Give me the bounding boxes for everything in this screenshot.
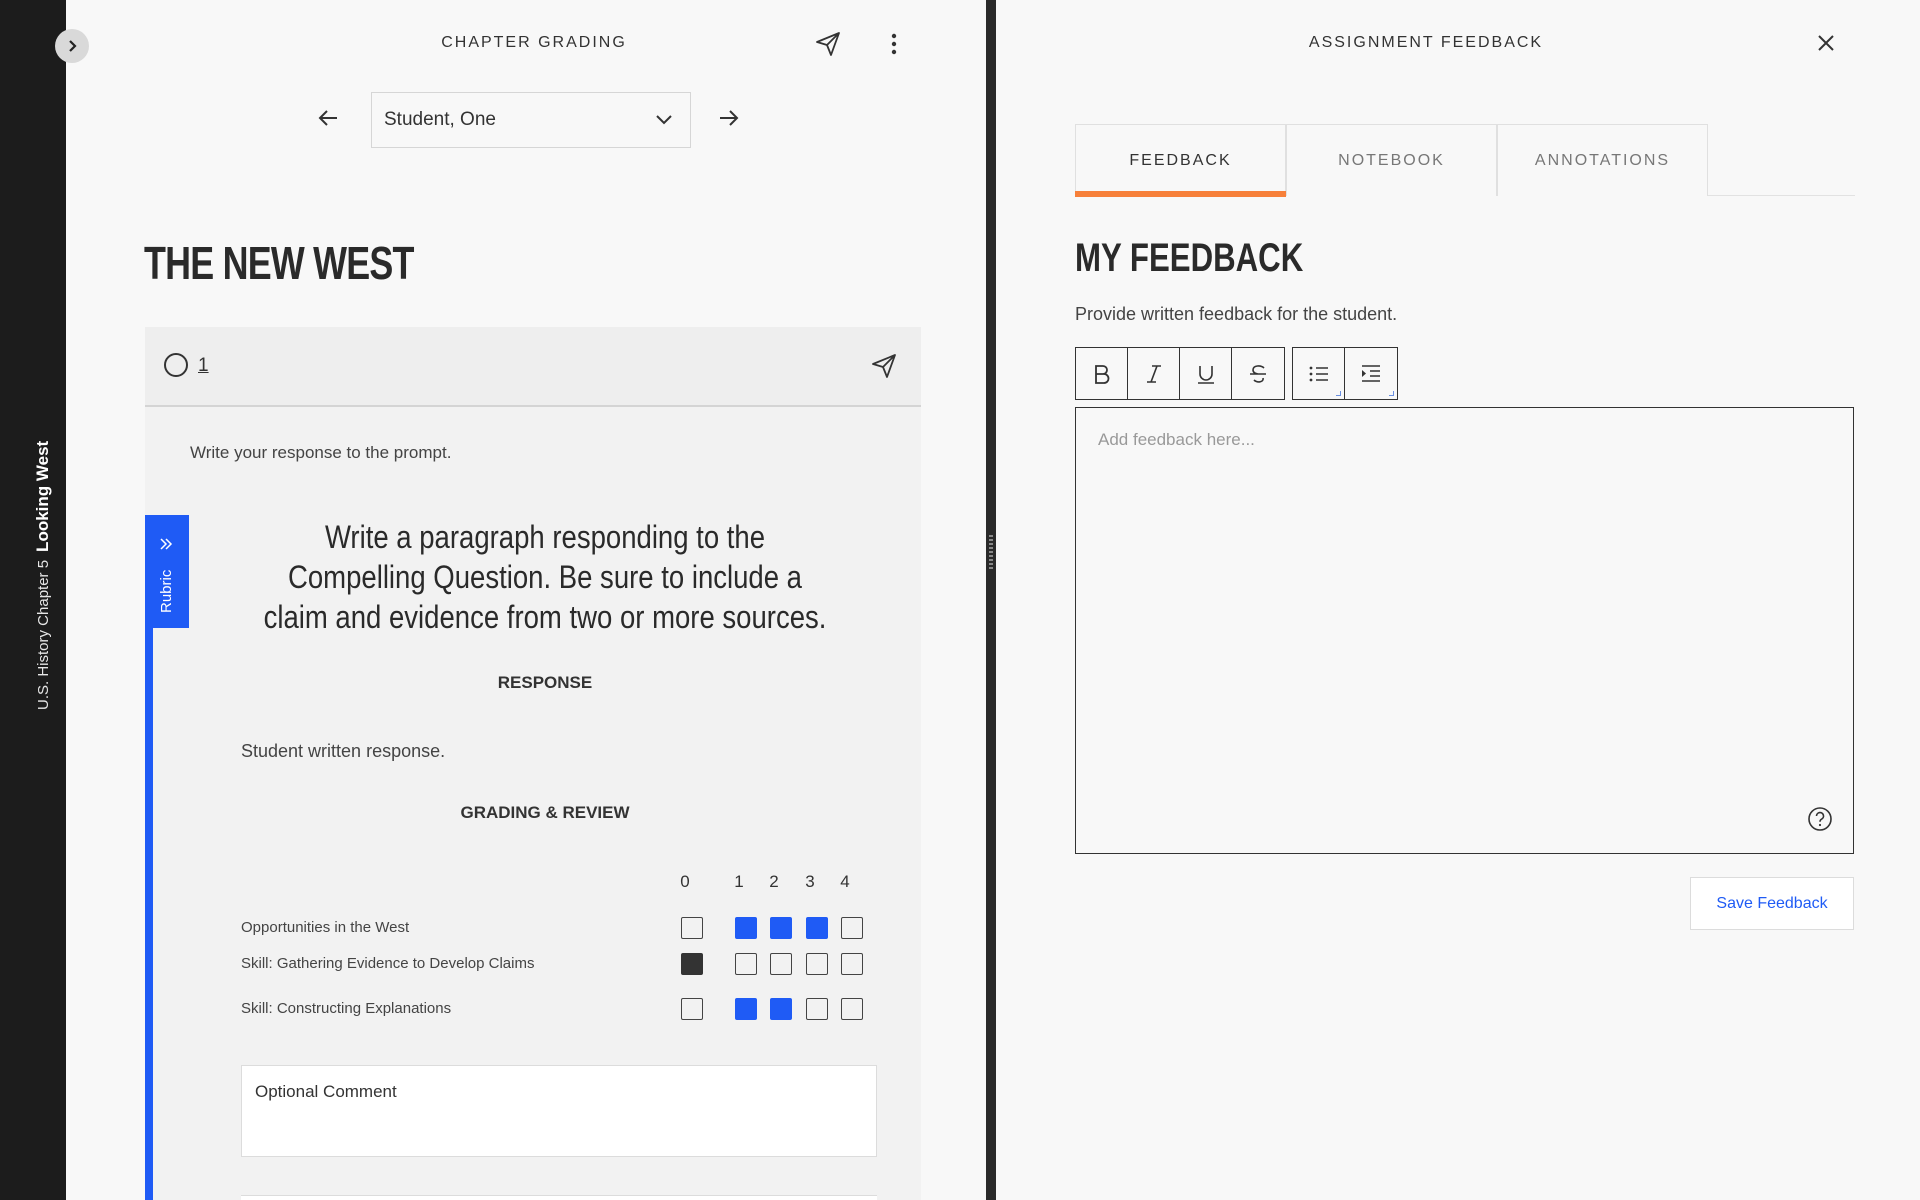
italic-icon (1146, 364, 1161, 383)
arrow-left-icon (318, 110, 337, 126)
score-checkbox[interactable] (806, 953, 828, 975)
score-checkbox[interactable] (681, 998, 703, 1020)
question-text: Write a paragraph responding to the Comp… (263, 519, 827, 635)
grading-header-title: CHAPTER GRADING (441, 34, 627, 51)
score-header: 0 (680, 872, 690, 891)
close-feedback-button[interactable] (1814, 31, 1840, 57)
bullet-list-icon (1309, 366, 1328, 381)
double-chevron-right-icon (160, 538, 173, 550)
response-label: RESPONSE (497, 673, 593, 692)
rubric-criterion-label: Opportunities in the West (241, 919, 410, 936)
save-feedback-label: Save Feedback (1716, 894, 1828, 912)
score-header: 4 (840, 872, 850, 891)
send-icon (816, 32, 840, 56)
feedback-editor[interactable]: Add feedback here... (1075, 407, 1854, 854)
indent-button[interactable] (1345, 348, 1397, 399)
app-rail: U.S. History Chapter 5 Looking West (0, 0, 66, 1200)
rubric-tab[interactable]: Rubric (145, 515, 189, 628)
rail-course-title: Looking West (33, 440, 52, 552)
score-checkbox[interactable] (735, 998, 757, 1020)
tab-label: FEEDBACK (1129, 151, 1232, 169)
pane-resize-handle[interactable] (986, 0, 996, 1200)
score-header: 3 (805, 872, 815, 891)
expand-rail-button[interactable] (55, 29, 89, 63)
question-card: 1 Write your response to the prompt. Rub… (145, 327, 921, 1200)
response-text: Student written response. (241, 741, 446, 761)
underline-icon (1197, 365, 1214, 384)
tab-label: NOTEBOOK (1338, 151, 1445, 169)
score-checkbox[interactable] (770, 998, 792, 1020)
chevron-down-icon (656, 115, 672, 125)
question-header: 1 (145, 327, 921, 407)
chevron-right-icon (69, 40, 77, 52)
strikethrough-button[interactable] (1232, 348, 1284, 399)
previous-student-button[interactable] (317, 106, 343, 132)
list-group (1292, 347, 1398, 400)
score-checkbox[interactable] (681, 917, 703, 939)
rubric-criterion-label: Skill: Gathering Evidence to Develop Cla… (241, 955, 535, 972)
score-checkbox[interactable] (770, 917, 792, 939)
dropdown-corner-icon (1336, 391, 1341, 396)
help-icon (1808, 807, 1832, 831)
score-checkbox[interactable] (735, 917, 757, 939)
more-options-button[interactable] (880, 30, 908, 58)
score-checkbox[interactable] (770, 953, 792, 975)
feedback-tabs: FEEDBACK NOTEBOOK ANNOTATIONS (1075, 124, 1855, 197)
score-checkbox[interactable] (681, 953, 703, 975)
page-title: THE NEW WEST (144, 237, 414, 289)
grip-icon (989, 535, 993, 569)
grading-label: GRADING & REVIEW (460, 803, 630, 822)
save-feedback-button[interactable]: Save Feedback (1690, 877, 1854, 930)
question-status-toggle[interactable] (164, 353, 188, 377)
bold-button[interactable] (1076, 348, 1128, 399)
rubric-criterion-label: Skill: Constructing Explanations (241, 1000, 452, 1017)
score-checkbox[interactable] (806, 917, 828, 939)
editor-help-button[interactable] (1807, 806, 1833, 837)
score-checkbox[interactable] (841, 953, 863, 975)
optional-comment-field[interactable]: Optional Comment (241, 1065, 877, 1157)
tab-label: ANNOTATIONS (1534, 151, 1671, 169)
more-vertical-icon (891, 33, 897, 55)
tab-notebook[interactable]: NOTEBOOK (1286, 124, 1497, 196)
editor-toolbar (1075, 347, 1405, 400)
student-select[interactable]: Student, One (371, 92, 691, 148)
feedback-editor-placeholder: Add feedback here... (1098, 430, 1255, 449)
underline-button[interactable] (1180, 348, 1232, 399)
score-checkbox[interactable] (806, 998, 828, 1020)
rail-course-label: U.S. History Chapter 5 Looking West (33, 420, 53, 710)
feedback-subtext: Provide written feedback for the student… (1075, 304, 1398, 324)
dropdown-corner-icon (1389, 391, 1394, 396)
tab-annotations[interactable]: ANNOTATIONS (1497, 124, 1708, 196)
next-field[interactable] (241, 1195, 877, 1200)
rubric-tab-label: Rubric (158, 569, 175, 613)
prompt-instruction: Write your response to the prompt. (190, 443, 452, 462)
close-icon (1818, 35, 1834, 51)
score-header: 2 (769, 872, 779, 891)
score-header: 1 (734, 872, 744, 891)
rail-course-name: U.S. History Chapter 5 (34, 559, 52, 710)
question-number[interactable]: 1 (198, 355, 209, 377)
bold-icon (1094, 364, 1109, 384)
score-checkbox[interactable] (841, 917, 863, 939)
italic-button[interactable] (1128, 348, 1180, 399)
score-checkbox[interactable] (735, 953, 757, 975)
send-icon (872, 354, 896, 378)
feedback-pane: ASSIGNMENT FEEDBACK FEEDBACK NOTEBOOK AN… (996, 0, 1920, 1200)
indent-icon (1362, 364, 1380, 382)
format-group (1075, 347, 1285, 400)
bullet-list-button[interactable] (1293, 348, 1345, 399)
arrow-right-icon (720, 110, 739, 126)
tab-feedback[interactable]: FEEDBACK (1075, 124, 1286, 197)
next-student-button[interactable] (716, 106, 742, 132)
send-all-button[interactable] (814, 30, 842, 58)
optional-comment-placeholder: Optional Comment (255, 1082, 397, 1101)
send-question-button[interactable] (871, 353, 897, 384)
student-select-value: Student, One (384, 109, 496, 130)
grading-pane: CHAPTER GRADING Student, One THE NEW WES… (66, 0, 986, 1200)
feedback-heading: MY FEEDBACK (1075, 236, 1304, 280)
score-checkbox[interactable] (841, 998, 863, 1020)
strikethrough-icon (1250, 364, 1266, 383)
feedback-header-title: ASSIGNMENT FEEDBACK (1308, 34, 1544, 51)
